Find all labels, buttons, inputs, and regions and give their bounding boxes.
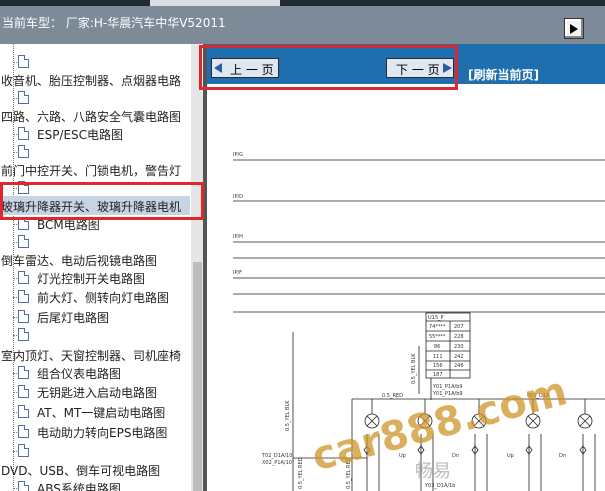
tree-item[interactable] [0, 325, 190, 344]
wire-label: X02_P1A/10 [262, 460, 292, 466]
sidebar-tree[interactable]: 收音机、胎压控制器、点烟器电路 四路、六路、八路安全气囊电路图 ESP/ESC电… [0, 44, 205, 491]
tree-item-label: 室内顶灯、天窗控制器、司机座椅 [1, 349, 182, 363]
document-icon [18, 425, 29, 438]
lamp-label: Up [507, 453, 514, 459]
refresh-page-link[interactable]: [刷新当前页] [468, 66, 539, 83]
tree-item[interactable]: ESP/ESC电路图 [0, 124, 190, 143]
bus-label: IP/H [233, 234, 243, 240]
tree-item[interactable]: 前门中控开关、门锁电机，警告灯 [0, 160, 190, 179]
tree-item[interactable]: 后尾灯电路图 [0, 307, 190, 326]
tree-item-label: 灯光控制开关电路图 [37, 272, 146, 286]
wire-label: 0.5_YEL BLK [285, 400, 291, 431]
table-cell: 74**** [429, 324, 446, 330]
tree-item-label: 四路、六路、八路安全气囊电路图 [1, 110, 182, 124]
document-icon [18, 481, 29, 491]
nav-buttons-highlight [199, 45, 458, 90]
tree-item-label: ESP/ESC电路图 [37, 128, 124, 142]
table-cell: 86 [434, 344, 440, 350]
tree-item-label: ABS系统电路图 [37, 482, 121, 491]
table-cell: 228 [454, 334, 464, 340]
document-icon [18, 366, 29, 379]
tree-item[interactable]: 灯光控制开关电路图 [0, 268, 190, 287]
tree-item[interactable]: 室内顶灯、天窗控制器、司机座椅 [0, 345, 190, 364]
tree-item[interactable]: 四路、六路、八路安全气囊电路图 [0, 106, 190, 125]
table-cell: 156 [433, 363, 443, 369]
tree-item[interactable]: 组合仪表电路图 [0, 363, 190, 382]
wire-label: T02_D1A/10 [261, 453, 292, 459]
document-icon [18, 91, 29, 104]
table-cell: 187 [433, 372, 443, 378]
tree-item-label: 后尾灯电路图 [37, 311, 110, 325]
tree-item[interactable] [0, 232, 190, 251]
document-icon [18, 235, 29, 248]
tree-item[interactable]: 电动助力转向EPS电路图 [0, 422, 190, 441]
bus-label: IP/F [233, 270, 242, 276]
table-cell: 242 [454, 354, 464, 360]
document-icon [18, 145, 29, 158]
sidebar-scroll-thumb[interactable] [193, 262, 202, 491]
document-icon [18, 127, 29, 140]
wire-label: Y03_D1A/1b [424, 483, 455, 489]
tree-item-label: AT、MT一键启动电路图 [37, 406, 166, 420]
document-icon [18, 405, 29, 418]
wire-label: 0.5_RED [382, 393, 403, 399]
table-cell: 55**** [429, 334, 446, 340]
tree-item-label: 电动助力转向EPS电路图 [37, 426, 168, 440]
document-icon [18, 385, 29, 398]
wire-label: 0.5_YEL RED [298, 457, 304, 489]
collapse-panel-button[interactable] [564, 18, 584, 39]
wire-label: Y01_P1A/b9 [432, 384, 463, 390]
tree-item[interactable]: 无钥匙进入启动电路图 [0, 382, 190, 401]
connector-table-title: U15_P [428, 315, 444, 321]
tree-item[interactable]: 倒车雷达、电动后视镜电路图 [0, 250, 190, 269]
title-bar: 当前车型： 厂家:H-华晨汽车中华V52011 [0, 6, 605, 44]
tree-item[interactable]: DVD、USB、倒车可视电路图 [0, 460, 190, 479]
document-icon [18, 328, 29, 341]
selected-item-highlight [0, 182, 204, 220]
document-icon [18, 271, 29, 284]
tree-item-label: 无钥匙进入启动电路图 [37, 386, 158, 400]
document-icon [18, 55, 29, 68]
tree-item-label: 收音机、胎压控制器、点烟器电路 [1, 74, 182, 88]
tree-item[interactable] [0, 52, 190, 71]
table-cell: 111 [433, 354, 443, 360]
tree-item-label: 前大灯、侧转向灯电路图 [37, 291, 170, 305]
tree-item[interactable] [0, 88, 190, 107]
main-content: 上 一 页 下 一 页 [刷新当前页] IP/G IP/D IP/H IP/F … [207, 44, 605, 491]
tree-item[interactable]: 前大灯、侧转向灯电路图 [0, 287, 190, 306]
document-icon [18, 444, 29, 457]
lamp-label: Dn [559, 453, 566, 459]
lamp-label: Dn [452, 453, 459, 459]
current-model-title: 当前车型： 厂家:H-华晨汽车中华V52011 [2, 16, 226, 30]
tree-item[interactable] [0, 441, 190, 460]
tree-item[interactable]: 收音机、胎压控制器、点烟器电路 [0, 70, 190, 89]
tree-item-label: 前门中控开关、门锁电机，警告灯 [1, 164, 182, 178]
tree-item-label: 倒车雷达、电动后视镜电路图 [1, 254, 158, 268]
table-cell: 230 [454, 344, 464, 350]
table-cell: 246 [454, 363, 464, 369]
tree-item-label: 组合仪表电路图 [37, 367, 122, 381]
bus-label: IP/D [233, 194, 243, 200]
tree-item[interactable] [0, 142, 190, 161]
wire-label: 0.5_YEL BLK [411, 353, 417, 384]
tree-item[interactable]: AT、MT一键启动电路图 [0, 402, 190, 421]
bus-label: IP/G [233, 152, 243, 158]
collapse-panel-icon [570, 24, 578, 34]
document-icon [18, 290, 29, 303]
watermark-cn: 畅易 [415, 461, 451, 482]
table-cell: 207 [454, 324, 464, 330]
tree-item[interactable]: ABS系统电路图 [0, 478, 190, 491]
document-icon [18, 310, 29, 323]
tree-item-label: DVD、USB、倒车可视电路图 [1, 464, 161, 478]
